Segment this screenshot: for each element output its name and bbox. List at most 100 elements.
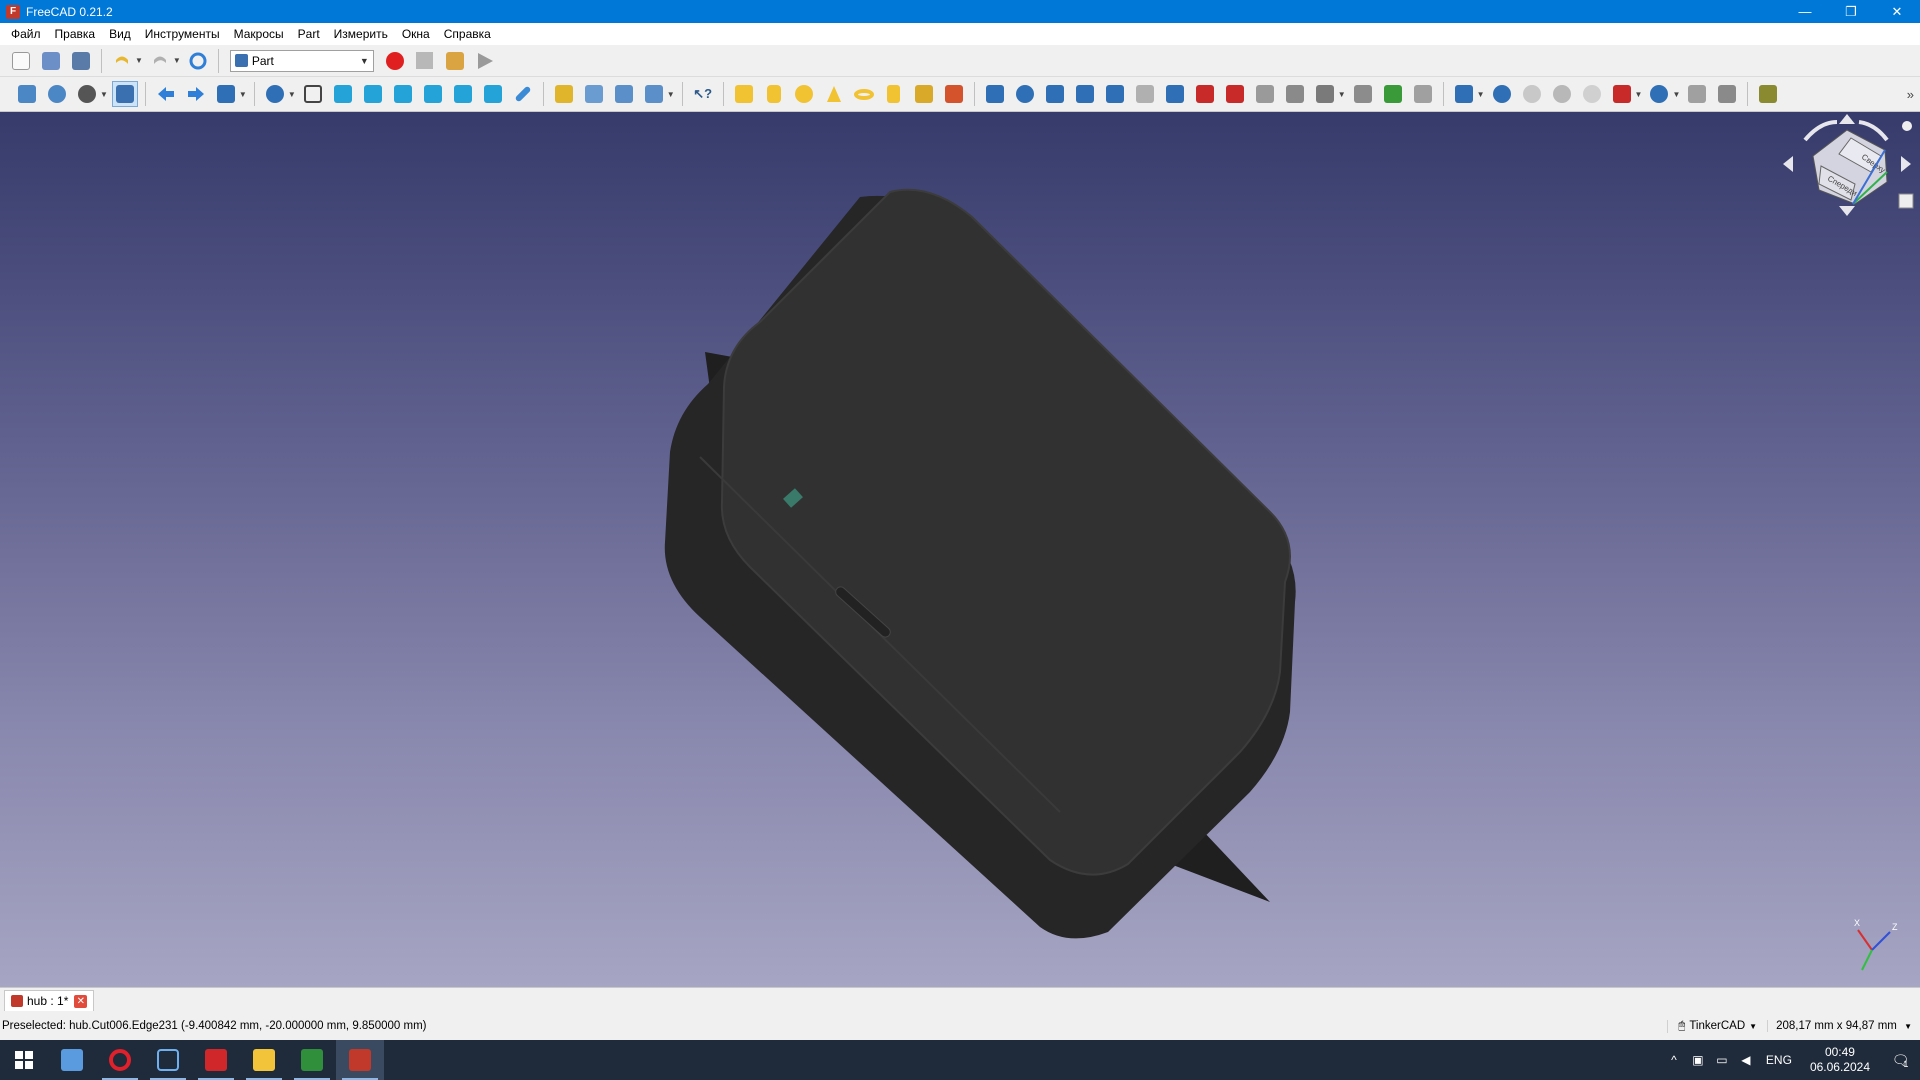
taskbar-app-1[interactable] xyxy=(48,1040,96,1080)
split-dropdown-icon[interactable]: ▼ xyxy=(1672,90,1680,99)
navcube-up-arrow-icon[interactable] xyxy=(1839,114,1855,124)
bounding-box-button[interactable] xyxy=(111,81,138,107)
camera-icon[interactable]: ▣ xyxy=(1689,1051,1707,1069)
join-features-button[interactable] xyxy=(1609,81,1635,107)
compound-dropdown-icon[interactable]: ▼ xyxy=(1477,90,1485,99)
view-top-button[interactable] xyxy=(360,81,386,107)
taskbar-opera[interactable] xyxy=(96,1040,144,1080)
whats-this-button[interactable]: ↖? xyxy=(690,81,716,107)
menu-windows[interactable]: Окна xyxy=(395,27,437,41)
save-button[interactable] xyxy=(68,48,94,74)
start-button[interactable] xyxy=(0,1040,48,1080)
macro-run-button[interactable] xyxy=(472,48,498,74)
menu-part[interactable]: Part xyxy=(291,27,327,41)
tube-button[interactable] xyxy=(881,81,907,107)
torus-button[interactable] xyxy=(851,81,877,107)
taskbar-app-c[interactable] xyxy=(144,1040,192,1080)
cube-button[interactable] xyxy=(731,81,757,107)
cross-sections-button[interactable] xyxy=(1282,81,1308,107)
navigation-style-selector[interactable]: 🖱 TinkerCAD ▼ xyxy=(1667,1019,1767,1033)
fit-all-button[interactable] xyxy=(14,81,40,107)
offset-button[interactable] xyxy=(1312,81,1338,107)
thickness-button[interactable] xyxy=(1350,81,1376,107)
navcube-rotate-right-icon[interactable] xyxy=(1858,120,1889,142)
menu-edit[interactable]: Правка xyxy=(48,27,103,41)
taskbar-pdf[interactable] xyxy=(192,1040,240,1080)
shape-builder-button[interactable] xyxy=(941,81,967,107)
navcube-small-cube-icon[interactable] xyxy=(1898,193,1914,209)
new-document-button[interactable] xyxy=(8,48,34,74)
3d-viewport[interactable]: Сверху Спереди X Z xyxy=(0,112,1920,987)
link-actions-button[interactable] xyxy=(641,81,667,107)
macro-edit-button[interactable] xyxy=(442,48,468,74)
menu-file[interactable]: Файл xyxy=(4,27,48,41)
loft-button[interactable] xyxy=(1192,81,1218,107)
open-button[interactable] xyxy=(38,48,64,74)
split-button[interactable] xyxy=(1646,81,1672,107)
offset-dropdown-icon[interactable]: ▼ xyxy=(1338,90,1346,99)
show-hidden-icons-icon[interactable]: ^ xyxy=(1665,1051,1683,1069)
taskbar-explorer[interactable] xyxy=(240,1040,288,1080)
language-indicator[interactable]: ENG xyxy=(1766,1051,1792,1069)
view-bottom-button[interactable] xyxy=(450,81,476,107)
volume-icon[interactable]: ◀ xyxy=(1737,1051,1755,1069)
fuse-button[interactable] xyxy=(1549,81,1575,107)
document-tab[interactable]: hub : 1* ✕ xyxy=(4,990,95,1011)
mirror-button[interactable] xyxy=(1042,81,1068,107)
projection-button[interactable] xyxy=(1380,81,1406,107)
view-forward-button[interactable] xyxy=(183,81,209,107)
view-dimensions[interactable]: 208,17 mm x 94,87 mm ▼ xyxy=(1767,1020,1920,1032)
navcube-right-arrow-icon[interactable] xyxy=(1901,156,1911,172)
menu-macros[interactable]: Макросы xyxy=(227,27,291,41)
primitives-button[interactable] xyxy=(911,81,937,107)
view-left-button[interactable] xyxy=(480,81,506,107)
taskbar-freecad[interactable] xyxy=(336,1040,384,1080)
view-rear-button[interactable] xyxy=(420,81,446,107)
sweep-button[interactable] xyxy=(1222,81,1248,107)
view-front-button[interactable] xyxy=(330,81,356,107)
redo-dropdown-icon[interactable]: ▼ xyxy=(173,56,181,65)
close-button[interactable]: ✕ xyxy=(1874,0,1920,23)
cylinder-button[interactable] xyxy=(761,81,787,107)
defeaturing-button[interactable] xyxy=(1714,81,1740,107)
cone-button[interactable] xyxy=(821,81,847,107)
menu-view[interactable]: Вид xyxy=(102,27,138,41)
notification-center-button[interactable]: 🗨 1 xyxy=(1880,1040,1920,1080)
view-right-button[interactable] xyxy=(390,81,416,107)
make-link-button[interactable] xyxy=(611,81,637,107)
make-face-button[interactable] xyxy=(1132,81,1158,107)
taskbar-pcb-app[interactable] xyxy=(288,1040,336,1080)
extrude-button[interactable] xyxy=(982,81,1008,107)
revolve-button[interactable] xyxy=(1012,81,1038,107)
close-tab-icon[interactable]: ✕ xyxy=(74,994,88,1008)
menu-help[interactable]: Справка xyxy=(437,27,498,41)
clock[interactable]: 00:49 06.06.2024 xyxy=(1800,1045,1880,1075)
chamfer-button[interactable] xyxy=(1102,81,1128,107)
section-button[interactable] xyxy=(1252,81,1278,107)
ruled-surface-button[interactable] xyxy=(1162,81,1188,107)
check-geometry-button[interactable] xyxy=(1684,81,1710,107)
zoom-button[interactable] xyxy=(262,81,288,107)
view-back-button[interactable] xyxy=(153,81,179,107)
link-actions-dropdown-icon[interactable]: ▼ xyxy=(667,90,675,99)
menu-measure[interactable]: Измерить xyxy=(327,27,395,41)
menu-tools[interactable]: Инструменты xyxy=(138,27,227,41)
navcube-rotate-left-icon[interactable] xyxy=(1803,120,1838,142)
macro-record-button[interactable] xyxy=(382,48,408,74)
undo-button[interactable] xyxy=(109,48,135,74)
link-view-button[interactable] xyxy=(213,81,239,107)
navcube-down-arrow-icon[interactable] xyxy=(1839,206,1855,216)
undo-dropdown-icon[interactable]: ▼ xyxy=(135,56,143,65)
draw-style-dropdown-icon[interactable]: ▼ xyxy=(100,90,108,99)
link-dropdown-icon[interactable]: ▼ xyxy=(239,90,247,99)
navigation-cube[interactable]: Сверху Спереди xyxy=(1775,112,1920,222)
measure-distance-button[interactable] xyxy=(510,81,536,107)
common-button[interactable] xyxy=(1579,81,1605,107)
create-part-button[interactable] xyxy=(551,81,577,107)
color-per-face-button[interactable] xyxy=(1410,81,1436,107)
measure-linear-button[interactable] xyxy=(1755,81,1781,107)
boolean-button[interactable] xyxy=(1489,81,1515,107)
redo-button[interactable] xyxy=(147,48,173,74)
create-group-button[interactable] xyxy=(581,81,607,107)
fillet-button[interactable] xyxy=(1072,81,1098,107)
